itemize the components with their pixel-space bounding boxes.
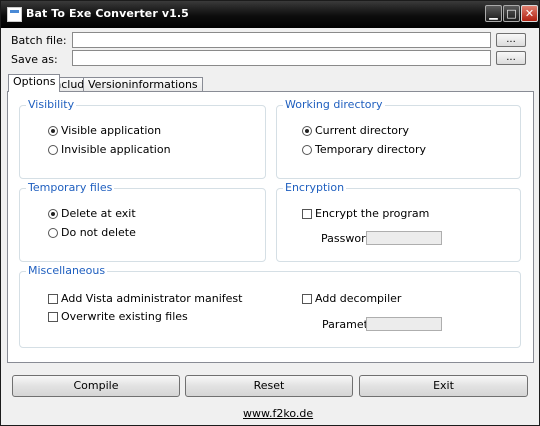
title-bar[interactable]: Bat To Exe Converter v1.5 ▁ □ ✕ <box>1 1 539 28</box>
close-button[interactable]: ✕ <box>521 5 538 22</box>
add-decompiler-label[interactable]: Add decompiler <box>315 293 401 305</box>
visible-application-label[interactable]: Visible application <box>61 125 161 137</box>
app-window: Bat To Exe Converter v1.5 ▁ □ ✕ Batch fi… <box>0 0 540 426</box>
encryption-group: Encryption Encrypt the program Password: <box>276 182 521 262</box>
window-title: Bat To Exe Converter v1.5 <box>26 7 189 20</box>
batch-file-label: Batch file: <box>11 34 67 47</box>
invisible-application-label[interactable]: Invisible application <box>61 144 171 156</box>
save-as-input[interactable] <box>72 50 491 66</box>
add-decompiler-checkbox[interactable] <box>302 294 312 304</box>
save-browse-button[interactable]: ... <box>496 51 526 65</box>
compile-button[interactable]: Compile <box>12 375 180 397</box>
visibility-group: Visibility Visible application Invisible… <box>19 99 266 179</box>
reset-button[interactable]: Reset <box>185 375 353 397</box>
tab-versioninformations[interactable]: Versioninformations <box>83 77 203 91</box>
delete-at-exit-radio[interactable] <box>48 209 58 219</box>
temporary-directory-label[interactable]: Temporary directory <box>315 144 426 156</box>
visibility-group-title: Visibility <box>26 98 77 111</box>
parameter-input[interactable] <box>366 317 442 331</box>
tab-options[interactable]: Options <box>8 74 61 92</box>
delete-at-exit-label[interactable]: Delete at exit <box>61 208 136 220</box>
options-panel: Visibility Visible application Invisible… <box>7 91 534 363</box>
encryption-group-title: Encryption <box>283 181 347 194</box>
exit-button[interactable]: Exit <box>359 375 528 397</box>
password-input[interactable] <box>366 231 442 245</box>
temporary-directory-radio[interactable] <box>302 145 312 155</box>
minimize-button[interactable]: ▁ <box>485 5 502 22</box>
temporary-files-group-title: Temporary files <box>26 181 115 194</box>
vista-manifest-checkbox[interactable] <box>48 294 58 304</box>
encrypt-program-checkbox[interactable] <box>302 209 312 219</box>
current-directory-label[interactable]: Current directory <box>315 125 409 137</box>
overwrite-files-checkbox[interactable] <box>48 312 58 322</box>
temporary-files-group: Temporary files Delete at exit Do not de… <box>19 182 266 262</box>
working-directory-group-title: Working directory <box>283 98 385 111</box>
vista-manifest-label[interactable]: Add Vista administrator manifest <box>61 293 242 305</box>
app-icon <box>7 7 22 22</box>
save-as-label: Save as: <box>11 53 58 66</box>
batch-browse-button[interactable]: ... <box>496 33 526 47</box>
current-directory-radio[interactable] <box>302 126 312 136</box>
working-directory-group: Working directory Current directory Temp… <box>276 99 521 179</box>
website-link[interactable]: www.f2ko.de <box>243 407 313 420</box>
do-not-delete-radio[interactable] <box>48 228 58 238</box>
visible-application-radio[interactable] <box>48 126 58 136</box>
batch-file-input[interactable] <box>72 32 491 48</box>
miscellaneous-group-title: Miscellaneous <box>26 264 108 277</box>
encrypt-program-label[interactable]: Encrypt the program <box>315 208 429 220</box>
invisible-application-radio[interactable] <box>48 145 58 155</box>
do-not-delete-label[interactable]: Do not delete <box>61 227 136 239</box>
miscellaneous-group: Miscellaneous Add Vista administrator ma… <box>19 265 521 348</box>
maximize-button[interactable]: □ <box>503 5 520 22</box>
overwrite-files-label[interactable]: Overwrite existing files <box>61 311 188 323</box>
